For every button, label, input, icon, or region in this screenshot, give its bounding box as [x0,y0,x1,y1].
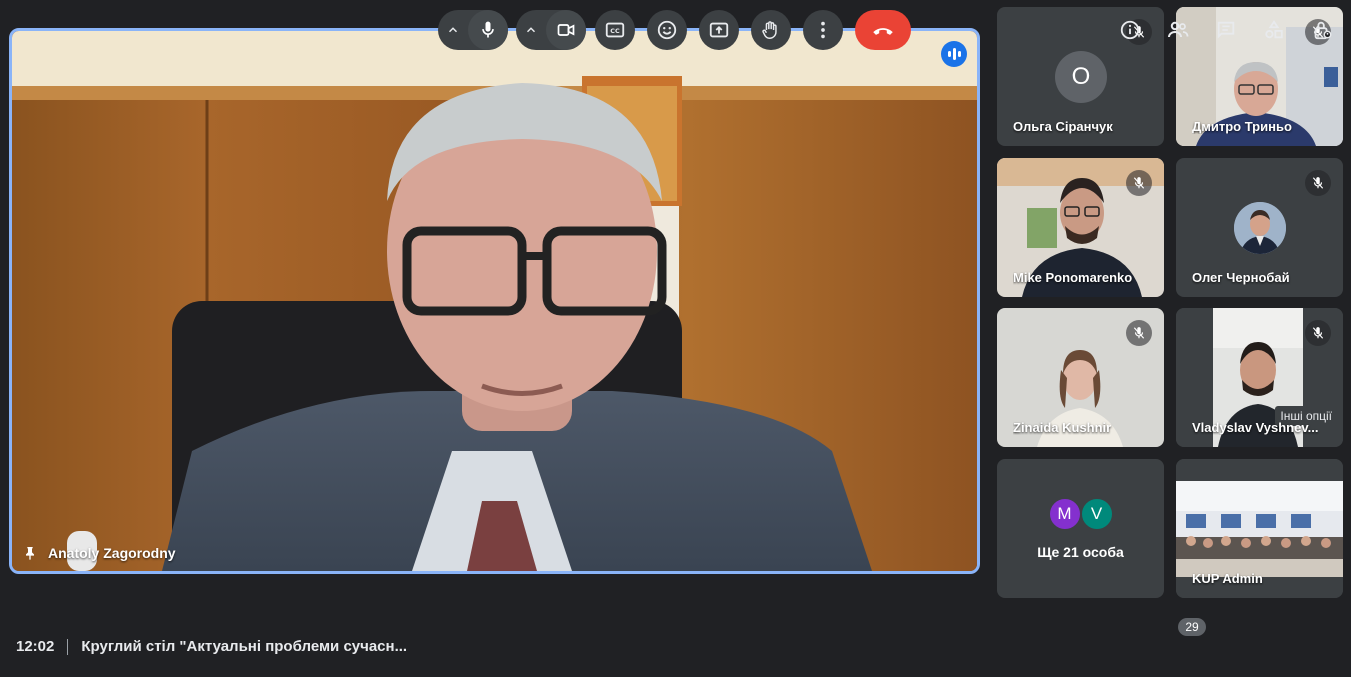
lock-person-icon [1314,21,1332,40]
host-controls-button[interactable] [1307,15,1337,45]
divider [67,638,69,655]
participant-name: KUP Admin [1192,571,1263,586]
participant-tile-zinaida[interactable]: Zinaida Kushnir [997,308,1164,447]
raise-hand-button[interactable] [751,10,791,50]
meeting-info: 12:02 Круглий стіл "Актуальні проблеми с… [16,638,407,655]
mic-button[interactable] [468,10,508,50]
mic-control-group [438,10,508,50]
mic-icon [482,21,494,38]
reactions-button[interactable] [647,10,687,50]
chat-icon [1217,21,1235,39]
meeting-title: Круглий стіл "Актуальні проблеми сучасн.… [81,638,408,655]
participant-name: Vladyslav Vyshnev... [1192,420,1319,435]
captions-button[interactable]: CC [595,10,635,50]
end-call-button[interactable] [855,10,911,50]
camera-control-group [516,10,586,50]
present-screen-icon [709,22,729,38]
speaking-indicator-icon [941,41,967,67]
present-button[interactable] [699,10,739,50]
hand-icon [762,21,777,39]
svg-text:CC: CC [610,27,620,35]
participant-tile-vladyslav[interactable]: Інші опції Vladyslav Vyshnev... [1176,308,1343,447]
participant-name: Zinaida Kushnir [1013,420,1112,435]
avatar: О [1055,51,1107,103]
call-end-icon [873,28,893,35]
audio-options-button[interactable] [438,10,468,50]
videocam-icon [557,24,575,36]
activities-button[interactable] [1259,15,1289,45]
participant-name: Mike Ponomarenko [1013,270,1133,285]
emoji-icon [657,20,677,40]
participant-tile-oleg[interactable]: Олег Чернобай [1176,158,1343,297]
mic-off-icon [1126,170,1152,196]
main-speaker-tile[interactable]: Anatoly Zagorodny [9,28,980,574]
mic-off-icon [1305,320,1331,346]
participant-name: Ольга Сіранчук [1013,119,1113,134]
participant-tile-more[interactable]: M V Ще 21 особа [997,459,1164,598]
participant-name: Олег Чернобай [1192,270,1290,285]
more-participants-label: Ще 21 особа [1037,544,1124,560]
chat-button[interactable] [1211,15,1241,45]
mic-off-icon [1126,320,1152,346]
main-speaker-name: Anatoly Zagorodny [48,545,176,561]
people-button[interactable] [1163,15,1193,45]
avatar: M [1047,497,1082,531]
more-options-button[interactable] [803,10,843,50]
pin-icon[interactable] [22,545,38,561]
avatar [1234,202,1286,254]
people-icon [1168,21,1189,38]
activities-icon [1265,20,1283,39]
participant-tile-mike[interactable]: Mike Ponomarenko [997,158,1164,297]
meeting-time: 12:02 [16,638,55,655]
main-speaker-video [12,31,977,571]
more-participants-avatars: M V [997,497,1164,531]
chevron-up-icon [526,27,536,33]
participant-name: Дмитро Триньо [1192,119,1292,134]
main-speaker-name-label: Anatoly Zagorodny [22,545,176,561]
chevron-up-icon [448,27,458,33]
avatar: V [1079,497,1114,531]
participant-tile-kup-admin[interactable]: KUP Admin [1176,459,1343,598]
camera-button[interactable] [546,10,586,50]
people-count-badge: 29 [1178,618,1206,636]
video-options-button[interactable] [516,10,546,50]
info-icon [1120,20,1140,40]
meeting-details-button[interactable] [1115,15,1145,45]
more-vert-icon [821,21,825,39]
mic-off-icon [1305,170,1331,196]
closed-captions-icon: CC [605,22,625,38]
bottom-toolbar: 12:02 Круглий стіл "Актуальні проблеми с… [0,617,1351,677]
